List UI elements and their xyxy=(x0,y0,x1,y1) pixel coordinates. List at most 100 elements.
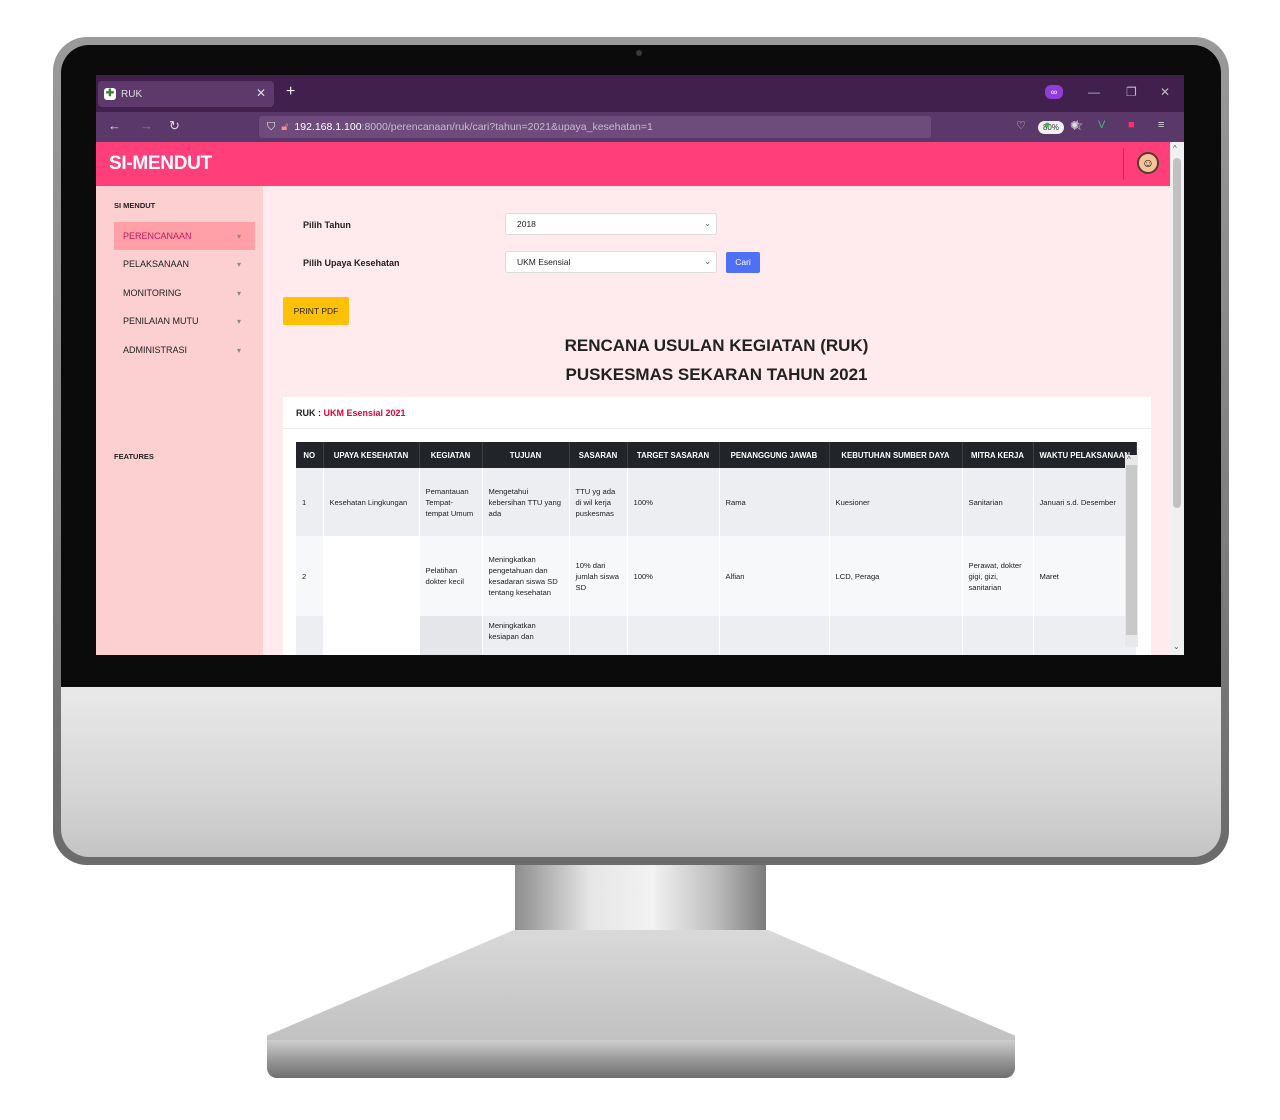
th-sasaran: SASARAN xyxy=(569,442,628,468)
chevron-down-icon: ▾ xyxy=(236,345,241,355)
cell-target xyxy=(627,616,720,655)
monitor-chin xyxy=(61,687,1221,857)
sidebar-section-title: SI MENDUT xyxy=(114,201,156,210)
browser-tab[interactable]: ✚ RUK ✕ xyxy=(98,81,274,107)
tahun-selected-value: 2018 xyxy=(517,219,536,229)
th-kebutuhan: KEBUTUHAN SUMBER DAYA xyxy=(829,442,963,468)
sidebar-item-perencanaan[interactable]: PERENCANAAN ▾ xyxy=(114,222,255,250)
cell-no xyxy=(296,616,324,655)
th-kegiatan: KEGIATAN xyxy=(419,442,483,468)
cell-pj: Rama xyxy=(719,468,830,536)
close-window-icon[interactable]: ✕ xyxy=(1160,85,1170,99)
new-tab-button[interactable]: + xyxy=(286,83,295,101)
cell-kebutuhan: LCD, Peraga xyxy=(829,536,963,616)
scroll-up-icon[interactable]: ^ xyxy=(1173,144,1177,153)
sidebar-item-label: PENILAIAN MUTU xyxy=(123,316,199,326)
cell-waktu xyxy=(1033,616,1138,655)
cell-waktu: Januari s.d. Desember xyxy=(1033,468,1138,536)
chevron-down-icon: ▾ xyxy=(236,259,241,269)
cell-sasaran: 10% dari jumlah siswa SD xyxy=(569,536,628,616)
print-pdf-button[interactable]: PRINT PDF xyxy=(283,297,349,325)
cell-mitra: Perawat, dokter gigi, gizi, sanitarian xyxy=(962,536,1034,616)
extension-icon[interactable]: ● xyxy=(1044,119,1051,131)
sidebar-features-title: FEATURES xyxy=(114,452,154,461)
upaya-label: Pilih Upaya Kesehatan xyxy=(303,258,400,268)
table-scroll-thumb[interactable] xyxy=(1126,465,1137,635)
th-tujuan: TUJUAN xyxy=(482,442,570,468)
menu-icon[interactable]: ≡ xyxy=(1158,119,1164,131)
table-header-row: NO UPAYA KESEHATAN KEGIATAN TUJUAN SASAR… xyxy=(296,442,1138,468)
page-scrollbar[interactable]: ^ ⌄ xyxy=(1170,142,1184,655)
browser-tabbar: ✚ RUK ✕ + ∞ — ❐ ✕ xyxy=(96,75,1184,112)
card-header: RUK : UKM Esensial 2021 xyxy=(283,397,1151,429)
cell-tujuan: Meningkatkan pengetahuan dan kesadaran s… xyxy=(482,536,570,616)
upaya-select[interactable]: UKM Esensial ⌄ xyxy=(505,251,717,273)
zoom-badge[interactable]: 80% xyxy=(1038,121,1064,134)
url-bar[interactable]: ⛉ 🔓︎ 192.168.1.100:8000/perencanaan/ruk/… xyxy=(259,116,1084,138)
restore-icon[interactable]: ❐ xyxy=(1126,85,1137,99)
sidebar-item-label: PELAKSANAAN xyxy=(123,259,190,269)
url-path: :8000/perencanaan/ruk/cari?tahun=2021&up… xyxy=(361,121,653,133)
sidebar: SI MENDUT PERENCANAAN ▾ PELAKSANAAN ▾ MO… xyxy=(96,186,263,655)
cell-kegiatan: Pemantauan Tempat-tempat Umum xyxy=(419,468,483,536)
th-waktu: WAKTU PELAKSANAAN xyxy=(1033,442,1138,468)
url-host: 192.168.1.100 xyxy=(294,121,362,133)
camera-dot xyxy=(636,50,642,56)
monitor-stand-foot xyxy=(267,930,1015,1050)
user-avatar[interactable]: ☺ xyxy=(1137,152,1159,174)
insecure-lock-icon: 🔓︎ xyxy=(281,120,289,133)
th-pj: PENANGGUNG JAWAB xyxy=(719,442,830,468)
react-devtools-icon[interactable]: ✺ xyxy=(1070,119,1079,132)
cell-upaya: Kesehatan Lingkungan xyxy=(323,468,420,536)
table-row: Meningkatkan kesiapan dan xyxy=(296,616,1138,655)
sidebar-item-label: PERENCANAAN xyxy=(123,231,192,241)
cell-tujuan: Meningkatkan kesiapan dan xyxy=(482,616,570,655)
browser-navbar: ← → ↻ ⛉ 🔓︎ 192.168.1.100:8000/perencanaa… xyxy=(96,112,1184,142)
ruk-table-wrapper[interactable]: NO UPAYA KESEHATAN KEGIATAN TUJUAN SASAR… xyxy=(296,442,1139,655)
cell-waktu: Maret xyxy=(1033,536,1138,616)
ruk-table: NO UPAYA KESEHATAN KEGIATAN TUJUAN SASAR… xyxy=(296,442,1138,655)
scroll-up-icon[interactable]: ^ xyxy=(1127,455,1131,464)
minimize-icon[interactable]: — xyxy=(1088,85,1100,99)
close-tab-icon[interactable]: ✕ xyxy=(256,86,266,100)
sidebar-item-monitoring[interactable]: MONITORING ▾ xyxy=(114,279,255,307)
sidebar-item-label: ADMINISTRASI xyxy=(123,345,188,355)
chevron-down-icon: ⌄ xyxy=(704,257,711,266)
th-target: TARGET SASARAN xyxy=(627,442,720,468)
th-no: NO xyxy=(296,442,324,468)
chevron-down-icon: ▾ xyxy=(236,316,241,326)
upaya-selected-value: UKM Esensial xyxy=(517,257,571,267)
cell-sasaran: TTU yg ada di wil kerja puskesmas xyxy=(569,468,628,536)
report-title-line1: RENCANA USULAN KEGIATAN (RUK) xyxy=(564,336,869,355)
sidebar-item-administrasi[interactable]: ADMINISTRASI ▾ xyxy=(114,336,255,364)
cell-target: 100% xyxy=(627,468,720,536)
monitor-stand-base xyxy=(267,1040,1015,1078)
extension-red-icon[interactable]: ■ xyxy=(1128,119,1135,131)
app-header: SI-MENDUT ☺ xyxy=(96,142,1170,186)
cari-button[interactable]: Cari xyxy=(726,252,760,273)
scroll-down-icon[interactable]: ⌄ xyxy=(1173,642,1180,651)
tab-title: RUK xyxy=(121,88,143,100)
th-mitra: MITRA KERJA xyxy=(962,442,1034,468)
th-upaya: UPAYA KESEHATAN xyxy=(323,442,420,468)
cell-upaya xyxy=(323,616,420,655)
tahun-label: Pilih Tahun xyxy=(303,220,351,230)
table-scrollbar[interactable]: ^ xyxy=(1125,455,1138,647)
back-icon[interactable]: ← xyxy=(108,118,121,133)
cell-upaya xyxy=(323,536,420,616)
tahun-select[interactable]: 2018 ⌄ xyxy=(505,213,717,235)
forward-icon[interactable]: → xyxy=(140,118,153,133)
table-row: 1 Kesehatan Lingkungan Pemantauan Tempat… xyxy=(296,468,1138,536)
app-title[interactable]: SI-MENDUT xyxy=(109,153,212,175)
pocket-icon[interactable]: ♡ xyxy=(1016,119,1026,132)
cell-kegiatan: Pelatihan dokter kecil xyxy=(419,536,483,616)
table-row: 2 Pelatihan dokter kecil Meningkatkan pe… xyxy=(296,536,1138,616)
vue-devtools-icon[interactable]: V xyxy=(1098,119,1105,131)
sidebar-item-penilaian-mutu[interactable]: PENILAIAN MUTU ▾ xyxy=(114,307,255,335)
reload-icon[interactable]: ↻ xyxy=(169,118,180,134)
cell-target: 100% xyxy=(627,536,720,616)
page-scroll-thumb[interactable] xyxy=(1173,158,1181,508)
screen: ✚ RUK ✕ + ∞ — ❐ ✕ ← → ↻ ⛉ 🔓︎ 192.168.1.1… xyxy=(96,75,1184,655)
report-title-line2: PUSKESMAS SEKARAN TAHUN 2021 xyxy=(565,365,868,384)
sidebar-item-pelaksanaan[interactable]: PELAKSANAAN ▾ xyxy=(114,250,255,278)
